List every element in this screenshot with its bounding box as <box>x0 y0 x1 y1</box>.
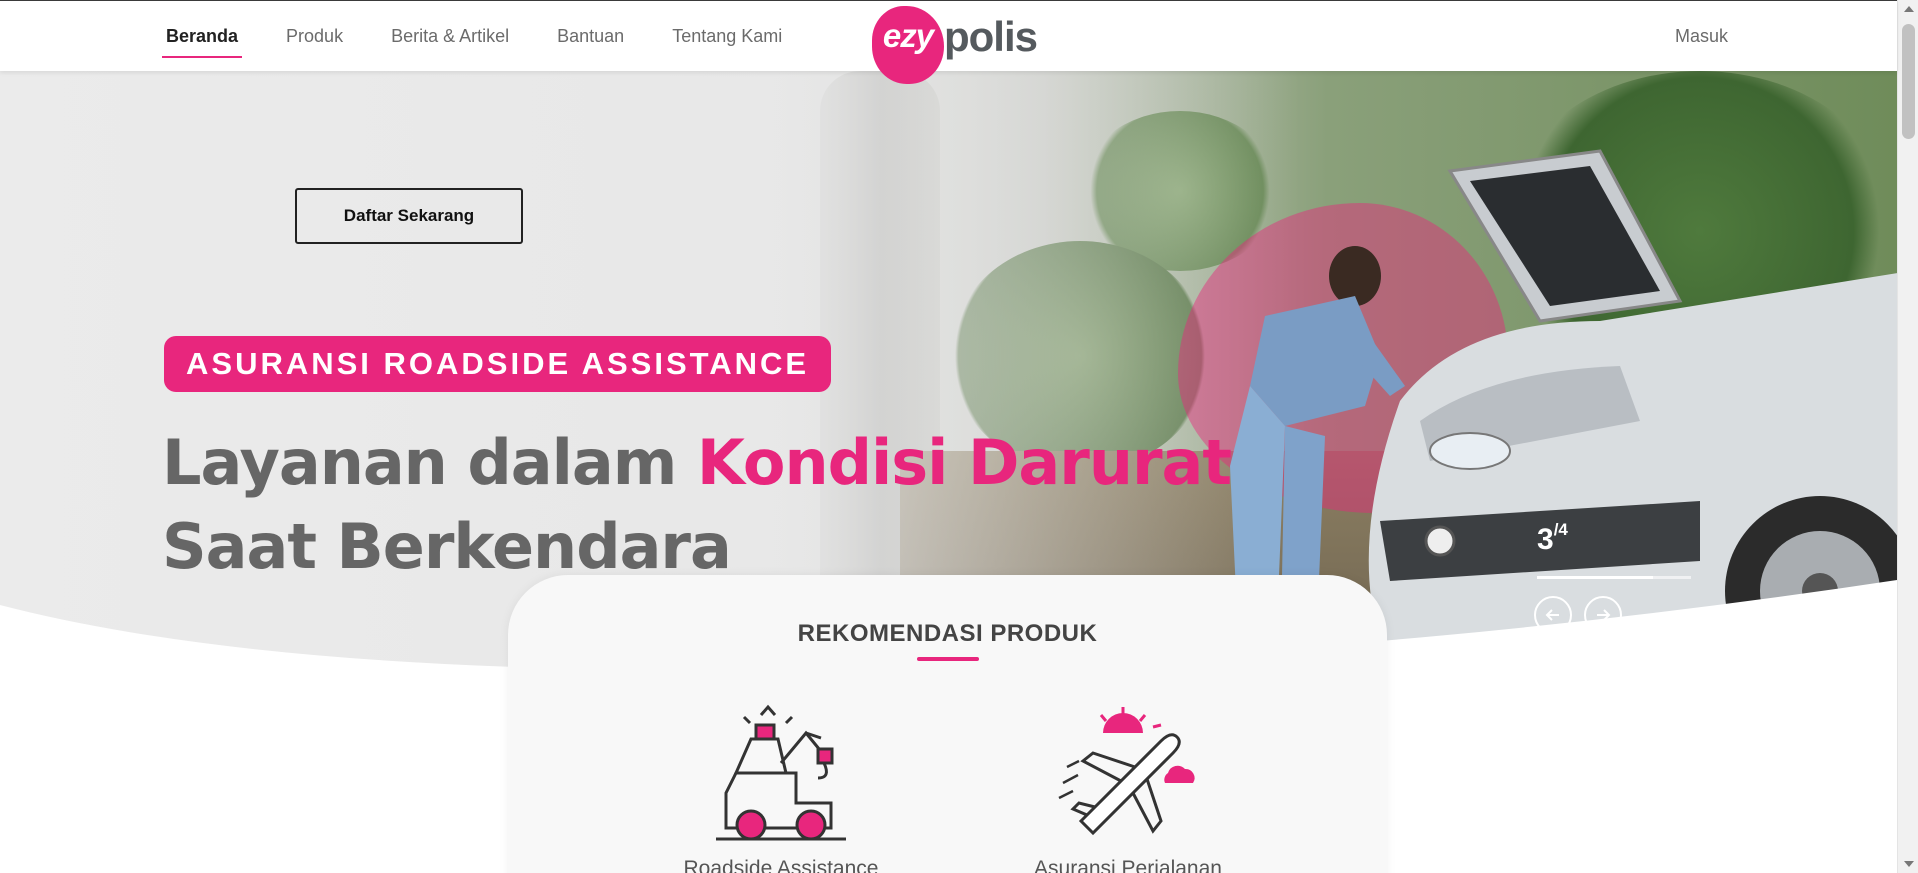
nav-item-beranda[interactable]: Beranda <box>160 1 262 72</box>
nav-item-produk[interactable]: Produk <box>262 1 367 72</box>
register-now-button[interactable]: Daftar Sekarang <box>295 188 523 244</box>
headline-text: Layanan dalam <box>162 426 697 499</box>
headline-highlight: Kondisi Darurat <box>696 426 1232 499</box>
arrow-left-icon[interactable] <box>1534 596 1572 634</box>
page-scrollbar[interactable] <box>1897 0 1918 873</box>
headline-line-1: Layanan dalam Kondisi Darurat <box>162 421 1232 505</box>
nav-item-bantuan[interactable]: Bantuan <box>533 1 648 72</box>
product-tag-badge: ASURANSI ROADSIDE ASSISTANCE <box>164 336 832 392</box>
ezypolis-logo[interactable]: ezy polis <box>872 6 1038 84</box>
airplane-icon <box>1058 707 1195 836</box>
product-label: Roadside Assistance <box>683 857 879 873</box>
product-label: Asuransi Perjalanan <box>1034 857 1222 873</box>
nav-links: Beranda Produk Berita & Artikel Bantuan … <box>160 1 806 72</box>
slide-total: /4 <box>1553 520 1568 539</box>
login-link[interactable]: Masuk <box>1675 1 1728 72</box>
product-roadside-assistance[interactable]: Roadside Assistance <box>631 703 931 873</box>
slide-current: 3 <box>1537 523 1554 556</box>
recommendation-title: REKOMENDASI PRODUK <box>797 620 1098 647</box>
recommendation-card: REKOMENDASI PRODUK Roadside Assistance A… <box>508 575 1387 873</box>
nav-item-tentang-kami[interactable]: Tentang Kami <box>648 1 806 72</box>
tow-truck-icon <box>716 704 846 841</box>
product-travel-insurance[interactable]: Asuransi Perjalanan <box>978 703 1278 873</box>
slide-progress-fill <box>1537 576 1653 579</box>
arrow-right-icon[interactable] <box>1584 596 1622 634</box>
title-underline <box>917 657 979 661</box>
nav-item-berita-artikel[interactable]: Berita & Artikel <box>367 1 533 72</box>
logo-text-polis: polis <box>944 13 1038 60</box>
logo-text-ezy: ezy <box>882 17 934 54</box>
scroll-up-arrow-icon[interactable] <box>1904 6 1914 12</box>
navbar: Beranda Produk Berita & Artikel Bantuan … <box>0 0 1897 84</box>
scroll-thumb[interactable] <box>1902 24 1915 139</box>
logo-blob: ezy <box>872 6 944 84</box>
slide-counter: 3/4 <box>1537 520 1568 557</box>
slide-progress-bar <box>1537 576 1691 579</box>
hero-headline: Layanan dalam Kondisi Darurat Saat Berke… <box>162 421 1232 589</box>
scroll-down-arrow-icon[interactable] <box>1904 861 1914 867</box>
